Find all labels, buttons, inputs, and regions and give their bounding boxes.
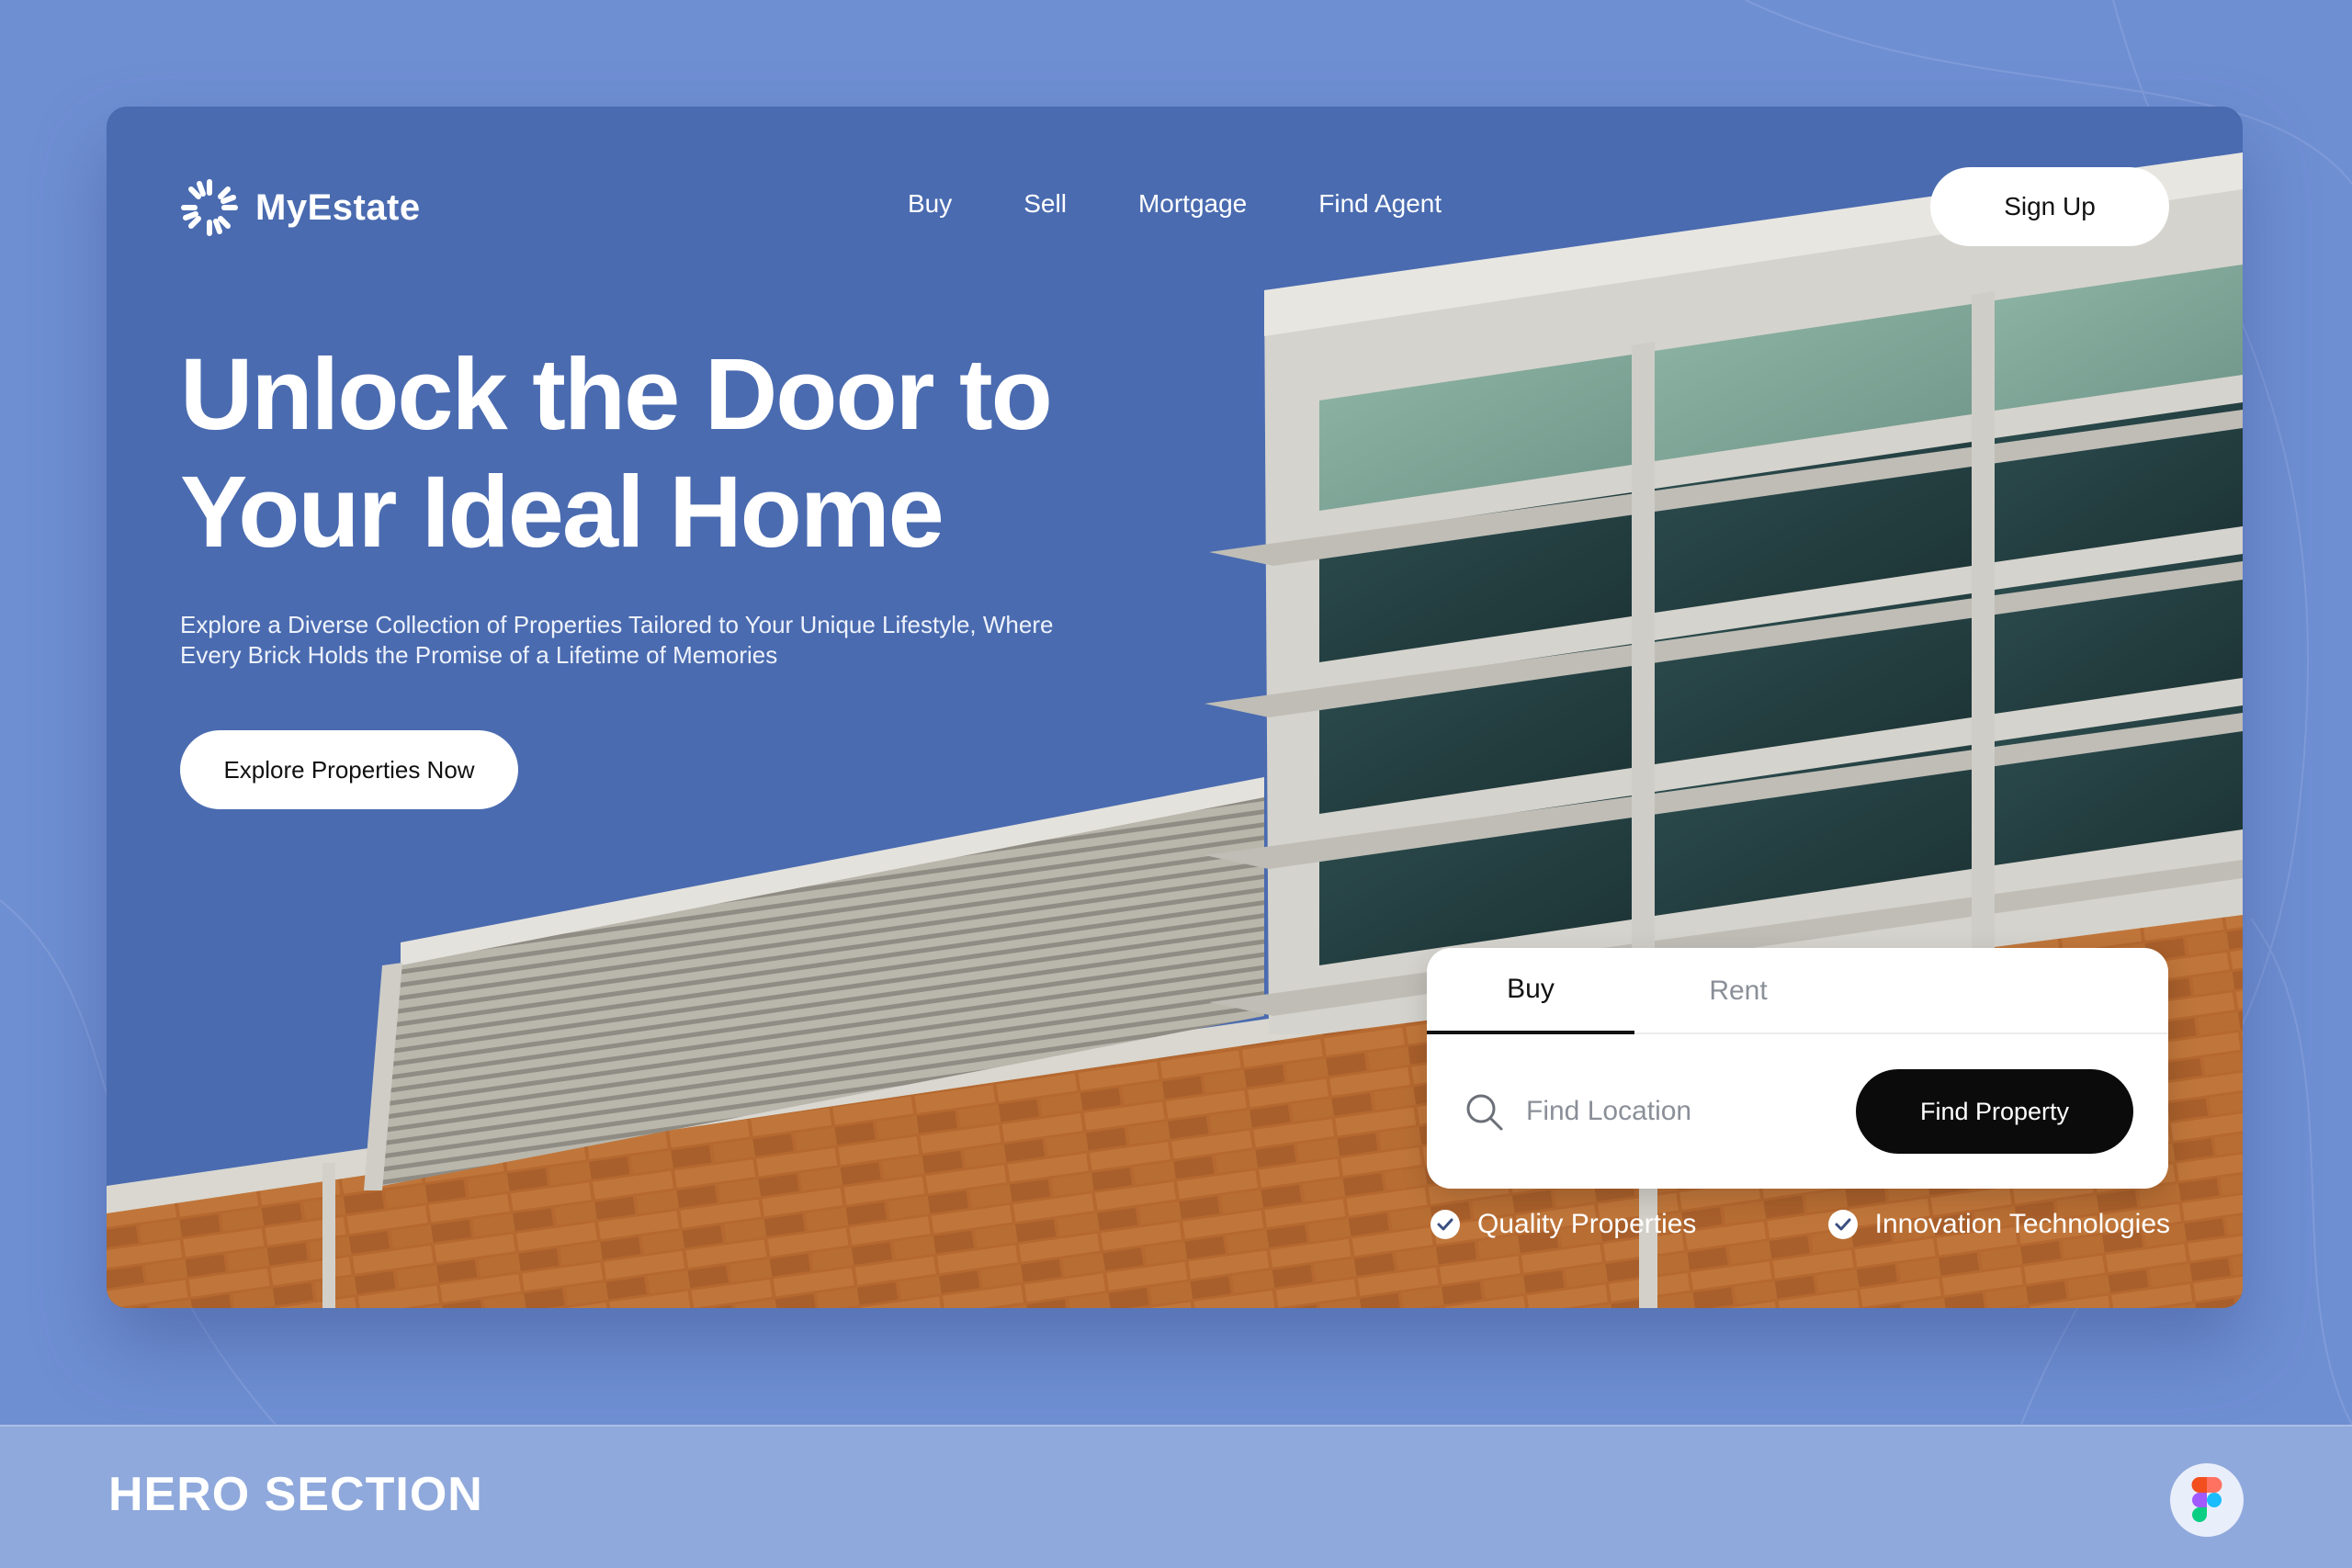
check-circle-icon — [1430, 1210, 1460, 1239]
feature-item: Quality Properties — [1430, 1209, 1696, 1240]
sunburst-icon — [181, 179, 238, 236]
section-title: HERO SECTION — [108, 1468, 483, 1521]
tab-rent[interactable]: Rent — [1634, 948, 1842, 1034]
brand-name: MyEstate — [255, 186, 421, 228]
hero-card: MyEstate Buy Sell Mortgage Find Agent Si… — [107, 107, 2243, 1308]
main-nav: Buy Sell Mortgage Find Agent — [908, 189, 1442, 219]
property-search-panel: Buy Rent Find Property — [1427, 948, 2168, 1189]
nav-item-sell[interactable]: Sell — [1023, 189, 1067, 219]
feature-label: Quality Properties — [1477, 1209, 1697, 1239]
sign-up-button[interactable]: Sign Up — [1930, 167, 2169, 246]
hero-headline: Unlock the Door to Your Ideal Home — [180, 336, 1191, 571]
feature-label: Innovation Technologies — [1874, 1209, 2170, 1239]
feature-list: Quality Properties Innovation Technologi… — [1430, 1209, 2170, 1240]
brand-logo[interactable]: MyEstate — [180, 178, 421, 237]
hero-subtext-line-2: Every Brick Holds the Promise of a Lifet… — [180, 641, 778, 669]
feature-item: Innovation Technologies — [1827, 1209, 2170, 1240]
search-tabs: Buy Rent — [1427, 948, 2168, 1034]
hero-headline-line-2: Your Ideal Home — [180, 456, 944, 569]
tab-buy[interactable]: Buy — [1427, 948, 1634, 1034]
find-property-button[interactable]: Find Property — [1856, 1069, 2133, 1154]
figma-icon — [2191, 1477, 2222, 1522]
check-circle-icon — [1827, 1210, 1858, 1239]
search-row: Find Property — [1427, 1034, 2168, 1189]
figma-badge[interactable] — [2170, 1463, 2244, 1537]
nav-item-buy[interactable]: Buy — [908, 189, 952, 219]
hero-headline-line-1: Unlock the Door to — [180, 338, 1053, 451]
hero-subtext: Explore a Diverse Collection of Properti… — [180, 610, 1117, 671]
explore-properties-button[interactable]: Explore Properties Now — [180, 730, 518, 809]
search-icon — [1466, 1094, 1503, 1131]
nav-item-mortgage[interactable]: Mortgage — [1138, 189, 1247, 219]
hero-subtext-line-1: Explore a Diverse Collection of Properti… — [180, 611, 1054, 638]
caption-bar: HERO SECTION — [0, 1425, 2352, 1568]
nav-item-find-agent[interactable]: Find Agent — [1318, 189, 1442, 219]
location-search-input[interactable] — [1526, 1082, 1829, 1141]
